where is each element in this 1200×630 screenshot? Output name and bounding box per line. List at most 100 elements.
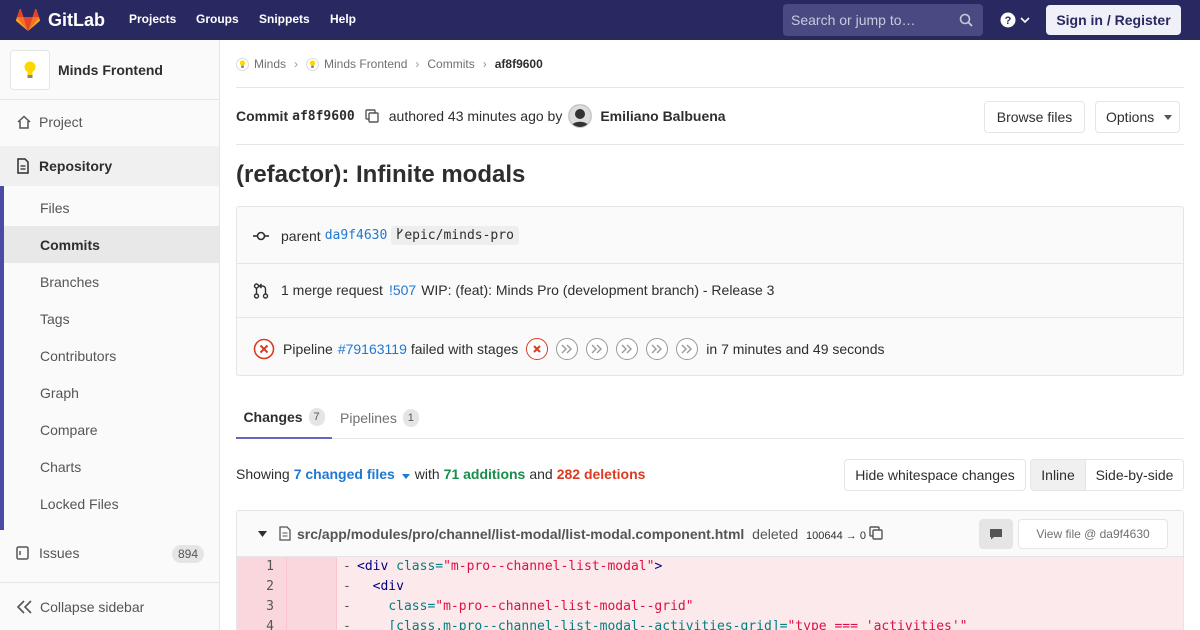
- diff-line: 3 - class="m-pro--channel-list-modal--gr…: [237, 597, 1183, 617]
- breadcrumb-item[interactable]: Commits: [427, 57, 474, 71]
- tab-changes[interactable]: Changes 7: [236, 396, 332, 439]
- divider: [236, 87, 1184, 88]
- sidebar-subitem-charts[interactable]: Charts: [4, 448, 219, 485]
- gitlab-logo[interactable]: GitLab: [16, 8, 105, 32]
- merge-request-row: 1 merge request !507 WIP: (feat): Minds …: [237, 264, 1183, 318]
- tab-pipelines[interactable]: Pipelines 1: [340, 396, 419, 439]
- diff-sign: -: [343, 599, 351, 614]
- sidebar-subitem-label: Files: [40, 199, 70, 216]
- browse-files-button[interactable]: Browse files: [984, 101, 1085, 133]
- gitlab-tanuki-icon: [16, 9, 40, 31]
- line-number-new: [287, 597, 337, 617]
- sidebar-subitem-label: Commits: [40, 236, 100, 253]
- nav-snippets[interactable]: Snippets: [259, 12, 310, 26]
- sidebar-subitem-label: Charts: [40, 458, 82, 475]
- hide-whitespace-button[interactable]: Hide whitespace changes: [844, 459, 1026, 491]
- stage-failed-icon[interactable]: [526, 338, 549, 360]
- diff-sign: -: [343, 559, 351, 574]
- sidebar-subitem-contributors[interactable]: Contributors: [4, 337, 219, 374]
- parent-row: parent da9f4630 epic/minds-pro: [237, 207, 1183, 264]
- pipeline-link[interactable]: #79163119: [338, 341, 407, 357]
- inline-view-button[interactable]: Inline: [1030, 459, 1086, 491]
- sidebar-item-repository[interactable]: Repository: [0, 146, 219, 186]
- author-avatar[interactable]: [568, 104, 593, 128]
- breadcrumb-item-current[interactable]: af8f9600: [495, 57, 543, 71]
- sidebar-subitem-commits[interactable]: Commits: [4, 226, 219, 263]
- line-number[interactable]: 1: [237, 557, 287, 577]
- copy-icon[interactable]: [869, 526, 883, 540]
- view-file-label: View file @ da9f4630: [1036, 527, 1150, 541]
- document-icon: [17, 158, 29, 174]
- line-number-new: [287, 577, 337, 597]
- commit-title: (refactor): Infinite modals: [236, 161, 526, 188]
- pipeline-status-text: failed with stages: [410, 341, 519, 357]
- breadcrumb-label: Minds Frontend: [324, 57, 408, 71]
- summary-prefix: Showing: [236, 466, 290, 482]
- parent-sha-link[interactable]: da9f4630: [325, 228, 388, 243]
- stage-skipped-icon[interactable]: [616, 338, 639, 360]
- stage-skipped-icon[interactable]: [676, 338, 699, 360]
- stage-skipped-icon[interactable]: [646, 338, 669, 360]
- sidebar-subitem-label: Compare: [40, 421, 98, 438]
- sidebar-item-issues[interactable]: Issues 894: [0, 533, 219, 573]
- search-input[interactable]: [783, 4, 983, 36]
- line-number[interactable]: 3: [237, 597, 287, 617]
- breadcrumb-label: Minds: [254, 57, 287, 71]
- branch-tag[interactable]: epic/minds-pro: [391, 226, 519, 245]
- sidebar-project-header[interactable]: Minds Frontend: [0, 40, 219, 100]
- file-mode-change: 100644 → 0: [806, 530, 866, 542]
- line-number[interactable]: 2: [237, 577, 287, 597]
- merge-request-link[interactable]: !507: [389, 282, 416, 298]
- diff-file-header: src/app/modules/pro/channel/list-modal/l…: [237, 511, 1183, 557]
- line-number[interactable]: 4: [237, 617, 287, 630]
- sidebar-subitem-graph[interactable]: Graph: [4, 374, 219, 411]
- copy-icon[interactable]: [365, 109, 379, 123]
- commit-label: Commit: [236, 108, 289, 124]
- caret-down-icon[interactable]: [258, 531, 267, 537]
- divider: [236, 144, 1184, 145]
- sidebar-subitem-files[interactable]: Files: [4, 189, 219, 226]
- double-chevron-left-icon: [16, 600, 32, 614]
- side-by-side-button[interactable]: Side-by-side: [1085, 459, 1184, 491]
- project-avatar: [10, 50, 50, 90]
- project-name: Minds Frontend: [58, 62, 163, 78]
- diff-line: 1 - <div class="m-pro--channel-list-moda…: [237, 557, 1183, 577]
- author-name[interactable]: Emiliano Balbuena: [600, 108, 725, 124]
- sidebar-subitem-label: Graph: [40, 384, 79, 401]
- sidebar-subitem-compare[interactable]: Compare: [4, 411, 219, 448]
- toggle-comments-button[interactable]: [979, 519, 1013, 549]
- options-label: Options: [1106, 109, 1155, 125]
- chevron-right-icon: ›: [294, 57, 299, 71]
- additions-count: 71 additions: [443, 466, 526, 482]
- breadcrumb-item[interactable]: Minds Frontend: [306, 57, 407, 71]
- file-path-link[interactable]: src/app/modules/pro/channel/list-modal/l…: [297, 526, 866, 542]
- caret-down-icon: [1164, 114, 1173, 120]
- brand-name: GitLab: [48, 9, 105, 30]
- help-dropdown[interactable]: ?: [1000, 10, 1030, 30]
- sidebar-subitem-tags[interactable]: Tags: [4, 300, 219, 337]
- breadcrumb-item[interactable]: Minds: [236, 57, 286, 71]
- nav-groups[interactable]: Groups: [196, 12, 239, 26]
- commit-header: Commit af8f9600 authored 43 minutes ago …: [236, 104, 726, 128]
- status-failed-icon[interactable]: [253, 338, 275, 360]
- collapse-sidebar-button[interactable]: Collapse sidebar: [0, 582, 219, 630]
- nav-help[interactable]: Help: [330, 12, 356, 26]
- sidebar-subitem-locked-files[interactable]: Locked Files: [4, 485, 219, 522]
- nav-projects[interactable]: Projects: [129, 12, 176, 26]
- lightbulb-icon: [24, 61, 36, 78]
- search-box[interactable]: [783, 4, 983, 36]
- sidebar-item-label: Repository: [39, 158, 113, 174]
- changed-files-dropdown[interactable]: 7 changed files: [294, 466, 410, 482]
- stage-skipped-icon[interactable]: [586, 338, 609, 360]
- sidebar-subitem-branches[interactable]: Branches: [4, 263, 219, 300]
- stage-skipped-icon[interactable]: [556, 338, 579, 360]
- view-file-button[interactable]: View file @ da9f4630: [1018, 519, 1168, 549]
- pipeline-label: Pipeline: [283, 341, 333, 357]
- parent-label: parent: [281, 227, 321, 244]
- sidebar-subitem-label: Branches: [40, 273, 100, 290]
- options-dropdown[interactable]: Options: [1095, 101, 1180, 133]
- code-line: <div class="m-pro--channel-list-modal">: [357, 559, 663, 574]
- sign-in-button[interactable]: Sign in / Register: [1046, 5, 1181, 35]
- sidebar-item-project[interactable]: Project: [0, 102, 219, 142]
- chevron-down-icon: [1020, 17, 1030, 24]
